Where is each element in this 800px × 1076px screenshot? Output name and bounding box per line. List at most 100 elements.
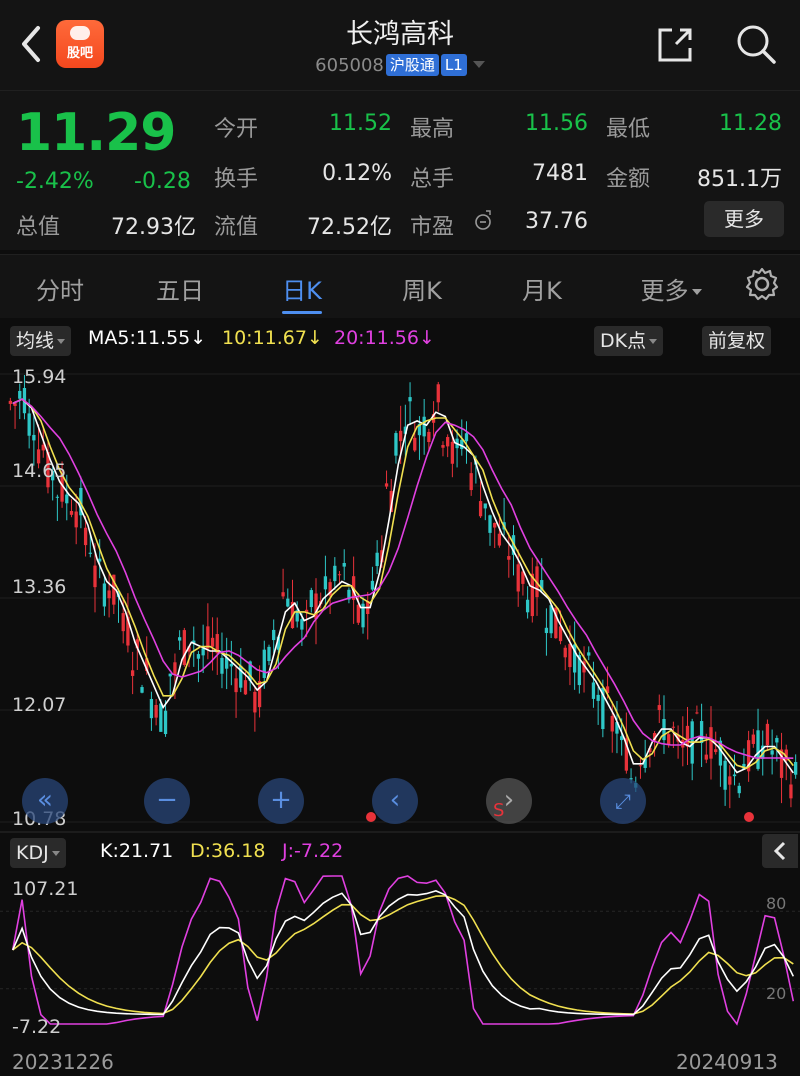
candle-body xyxy=(709,727,713,759)
low-value: 11.28 xyxy=(719,111,782,136)
candle-body xyxy=(262,649,266,678)
gear-icon[interactable] xyxy=(744,266,780,302)
end-date: 20240913 xyxy=(676,1050,778,1074)
kdj-k-value: K:21.71 xyxy=(100,840,174,862)
candle-body xyxy=(159,703,163,732)
candle-body xyxy=(667,734,671,745)
candle-body xyxy=(220,657,224,674)
amount-value: 851.1万 xyxy=(697,167,782,192)
amount-label: 金额 xyxy=(606,167,651,192)
kdj-j-value: J:-7.22 xyxy=(282,840,344,862)
candle-body xyxy=(478,501,483,517)
candle-body xyxy=(182,630,186,665)
candle-body xyxy=(794,761,798,775)
candle-body xyxy=(413,437,417,451)
zoom-in-button[interactable]: + xyxy=(258,778,304,824)
kdj-k-line xyxy=(11,890,795,1016)
candle-body xyxy=(422,416,426,437)
signal-dot xyxy=(744,812,754,822)
candle-body xyxy=(737,785,741,794)
candle-body xyxy=(728,776,732,785)
chevron-down-icon xyxy=(691,289,702,295)
candle-body xyxy=(384,483,389,487)
candle-body xyxy=(436,384,440,403)
tab-five-day[interactable]: 五日 xyxy=(150,271,210,306)
candle-body xyxy=(460,439,464,450)
share-button[interactable] xyxy=(654,24,696,66)
tab-weekly-k[interactable]: 周K xyxy=(392,271,452,306)
candle-body xyxy=(257,681,262,708)
more-quote-button[interactable]: 更多 xyxy=(704,201,784,237)
candle-body xyxy=(530,573,534,617)
candle-body xyxy=(399,430,403,442)
rewind-button[interactable]: « xyxy=(22,778,68,824)
candle-body xyxy=(507,556,511,560)
tab-intraday[interactable]: 分时 xyxy=(30,271,90,306)
tab-daily-k[interactable]: 日K xyxy=(272,271,332,306)
double-left-icon: « xyxy=(37,785,53,815)
candle-body xyxy=(149,698,154,719)
chevron-left-icon xyxy=(773,841,786,861)
kline-chart[interactable] xyxy=(0,360,800,1036)
candle-body xyxy=(596,694,600,701)
float-value: 72.52亿 xyxy=(307,215,392,240)
collapse-panel-button[interactable] xyxy=(762,834,798,868)
candle-body xyxy=(446,437,450,447)
candle-body xyxy=(751,734,755,744)
candle-body xyxy=(493,522,497,528)
kdj-selector[interactable]: KDJ xyxy=(10,838,66,868)
candle-body xyxy=(27,413,31,436)
zoom-out-button[interactable]: − xyxy=(144,778,190,824)
kdj-axis-bottom: -7.22 xyxy=(12,1016,62,1038)
dk-point-button[interactable]: DK点 xyxy=(594,326,664,356)
candle-body xyxy=(549,605,553,634)
candle-body xyxy=(408,397,412,402)
chevron-left-icon: ‹ xyxy=(389,785,401,815)
candle-body xyxy=(177,637,182,641)
ma5-value: MA5:11.55↓ xyxy=(88,327,207,349)
candle-body xyxy=(394,433,398,456)
candle-body xyxy=(356,604,360,623)
candle-body xyxy=(140,687,144,693)
stock-code: 605008 xyxy=(315,55,384,76)
candle-body xyxy=(243,680,248,695)
candle-body xyxy=(253,691,257,713)
level-badge: L1 xyxy=(440,54,467,76)
candle-body xyxy=(587,652,591,656)
candle-body xyxy=(173,662,177,675)
kdj-ref-low: 20 xyxy=(766,984,787,1003)
kdj-d-line xyxy=(12,894,794,1015)
candle-body xyxy=(789,784,793,799)
change-amount: -0.28 xyxy=(134,169,191,194)
candle-body xyxy=(342,563,346,567)
candle-body xyxy=(525,599,530,613)
indicator-selector[interactable]: 均线 xyxy=(10,326,72,356)
candle-body xyxy=(267,646,271,662)
indicator-selector-label: 均线 xyxy=(16,330,55,352)
search-button[interactable] xyxy=(734,22,778,66)
candle-body xyxy=(337,574,342,576)
kdj-ref-high: 80 xyxy=(766,894,787,913)
tab-more[interactable]: 更多 xyxy=(632,271,710,306)
candle-body xyxy=(370,580,375,590)
kdj-d-value: D:36.18 xyxy=(190,840,266,862)
chevron-down-icon xyxy=(649,339,658,344)
candle-body xyxy=(83,527,88,546)
turnover-value: 0.12% xyxy=(322,161,392,186)
fullscreen-button[interactable]: ⤢ xyxy=(600,778,646,824)
candle-body xyxy=(488,515,492,533)
move-left-button[interactable]: ‹ xyxy=(372,778,418,824)
market-badge: 沪股通 xyxy=(385,54,439,76)
adjust-button[interactable]: 前复权 xyxy=(702,326,772,356)
pe-switch-icon[interactable] xyxy=(472,209,494,231)
tab-monthly-k[interactable]: 月K xyxy=(512,271,572,306)
candle-body xyxy=(102,583,107,607)
candle-body xyxy=(168,673,172,677)
candle-body xyxy=(591,682,596,699)
candle-body xyxy=(130,670,135,676)
candle-body xyxy=(286,598,290,607)
candle-body xyxy=(770,750,774,755)
candle-body xyxy=(714,749,718,753)
candle-body xyxy=(309,590,313,608)
signal-dot xyxy=(366,812,376,822)
